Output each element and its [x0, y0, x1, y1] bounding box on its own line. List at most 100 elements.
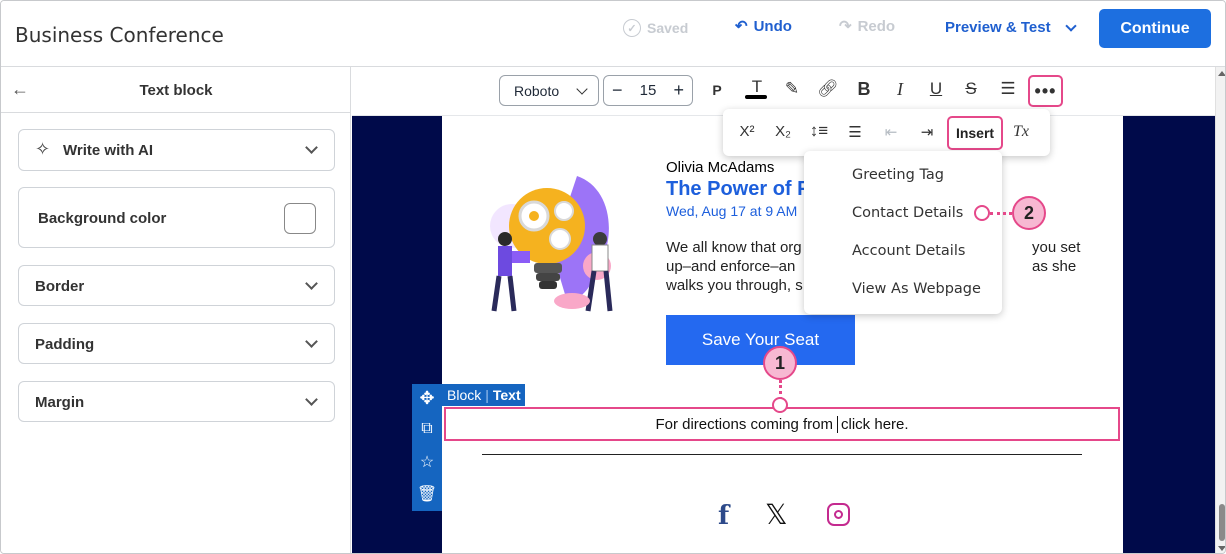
block-crumb[interactable]: Block — [447, 387, 481, 403]
padding-panel[interactable]: Padding — [18, 323, 335, 364]
continue-button[interactable]: Continue — [1099, 9, 1211, 48]
vertical-scrollbar[interactable] — [1215, 67, 1225, 553]
text-color-icon[interactable]: T — [745, 77, 769, 99]
more-options-button[interactable]: ••• — [1028, 75, 1063, 107]
event-title: The Power of P — [666, 178, 811, 200]
highlighter-icon[interactable]: ✎ — [780, 79, 804, 99]
text-cursor — [837, 415, 839, 433]
margin-label: Margin — [35, 394, 85, 411]
chevron-down-icon — [576, 83, 588, 95]
border-label: Border — [35, 278, 85, 295]
lightbulb-gears-illustration — [490, 176, 613, 312]
strikethrough-icon[interactable]: S — [959, 79, 983, 99]
redo-icon: ↷ — [839, 18, 852, 35]
email-body: Olivia McAdams The Power of P Wed, Aug 1… — [442, 116, 1123, 553]
menu-item-view-as-webpage[interactable]: View As Webpage — [852, 281, 981, 297]
move-icon[interactable]: ✥ — [412, 388, 442, 409]
sidebar-header: ← Text block — [1, 67, 350, 113]
align-center-icon[interactable]: ☰ — [996, 79, 1020, 99]
menu-item-account-details[interactable]: Account Details — [852, 243, 965, 259]
callout-1-target — [772, 397, 788, 413]
directions-text-before: For directions coming from — [655, 415, 834, 433]
background-color-panel: Background color — [18, 187, 335, 248]
superscript-icon[interactable]: X² — [735, 123, 759, 140]
chevron-down-icon — [305, 277, 318, 290]
background-color-label: Background color — [38, 210, 167, 227]
app-window: Business Conference ✓ Saved ↶ Undo ↷ Red… — [0, 0, 1226, 554]
insert-button[interactable]: Insert — [947, 116, 1003, 150]
email-canvas: Olivia McAdams The Power of P Wed, Aug 1… — [352, 116, 1215, 553]
directions-text-after: click here. — [841, 415, 909, 433]
callout-2: 2 — [1012, 196, 1046, 230]
event-date: Wed, Aug 17 at 9 AM — [666, 203, 798, 219]
font-family-select[interactable]: Roboto — [499, 75, 599, 106]
paragraph-button[interactable]: P — [705, 82, 729, 98]
facebook-icon[interactable]: f — [718, 501, 729, 531]
undo-label: Undo — [753, 17, 792, 35]
scroll-up-arrow-icon[interactable] — [1218, 71, 1225, 76]
callout-1: 1 — [763, 346, 797, 380]
star-icon[interactable]: ☆ — [412, 452, 442, 472]
trash-icon[interactable]: 🗑︎ — [412, 484, 442, 504]
undo-icon: ↶ — [735, 18, 748, 35]
saved-status: ✓ Saved — [623, 19, 688, 37]
body-line-1: We all know that org — [666, 239, 802, 256]
instagram-icon[interactable] — [827, 503, 850, 526]
sparkle-icon: ✧ — [35, 139, 51, 159]
body-line-1-end: you set — [1032, 239, 1081, 256]
top-header: Business Conference ✓ Saved ↶ Undo ↷ Red… — [1, 1, 1225, 67]
menu-item-greeting-tag[interactable]: Greeting Tag — [852, 167, 944, 183]
font-size-stepper: − 15 + — [603, 75, 693, 106]
x-twitter-icon[interactable]: 𝕏 — [765, 498, 788, 531]
border-panel[interactable]: Border — [18, 265, 335, 306]
scroll-down-arrow-icon[interactable] — [1218, 546, 1225, 551]
minus-icon[interactable]: − — [612, 80, 623, 101]
callout-2-target — [974, 205, 990, 221]
outdent-icon[interactable]: ⇤ — [879, 123, 903, 141]
body-line-2-end: as she — [1032, 258, 1077, 275]
chevron-down-icon — [305, 141, 318, 154]
check-circle-icon: ✓ — [623, 19, 641, 37]
chevron-down-icon — [305, 335, 318, 348]
more-options-popup: X² X₂ ↕≡ ☰ ⇤ ⇥ Insert Tx — [723, 109, 1050, 156]
background-color-swatch[interactable] — [284, 203, 316, 234]
chevron-down-icon — [1064, 19, 1077, 32]
more-dots-icon: ••• — [1034, 80, 1057, 101]
write-with-ai-panel[interactable]: ✧ Write with AI — [18, 129, 335, 171]
divider-line — [482, 454, 1082, 455]
scroll-thumb[interactable] — [1219, 504, 1225, 541]
line-height-icon[interactable]: ↕≡ — [807, 121, 831, 141]
font-family-value: Roboto — [514, 83, 560, 99]
undo-button[interactable]: ↶ Undo — [735, 17, 792, 36]
write-with-ai-label: Write with AI — [63, 142, 153, 159]
speaker-name: Olivia McAdams — [666, 159, 775, 176]
indent-icon[interactable]: ⇥ — [915, 123, 939, 141]
margin-panel[interactable]: Margin — [18, 381, 335, 422]
menu-item-contact-details[interactable]: Contact Details — [852, 205, 963, 221]
crumb-separator: | — [485, 387, 489, 403]
body-line-3: walks you through, s — [666, 277, 803, 294]
body-line-2: up–and enforce–an — [666, 258, 796, 275]
clear-format-icon[interactable]: Tx — [1009, 123, 1033, 141]
preview-label: Preview & Test — [945, 19, 1051, 36]
font-size-value[interactable]: 15 — [640, 82, 657, 99]
bullet-list-icon[interactable]: ☰ — [843, 123, 867, 141]
sidebar-title: Text block — [139, 82, 213, 99]
redo-label: Redo — [857, 17, 896, 35]
text-crumb[interactable]: Text — [493, 387, 521, 403]
duplicate-icon[interactable]: ⧉ — [412, 420, 442, 438]
underline-icon[interactable]: U — [924, 79, 948, 99]
italic-icon[interactable]: I — [888, 79, 912, 100]
subscript-icon[interactable]: X₂ — [771, 123, 795, 140]
plus-icon[interactable]: + — [673, 80, 684, 101]
link-icon[interactable]: 🔗︎ — [816, 79, 840, 99]
preview-test-button[interactable]: Preview & Test — [945, 19, 1077, 36]
chevron-down-icon — [305, 393, 318, 406]
insert-dropdown-menu: Greeting Tag Contact Details Account Det… — [804, 151, 1002, 314]
redo-button[interactable]: ↷ Redo — [839, 17, 896, 36]
save-your-seat-button[interactable]: Save Your Seat — [666, 315, 855, 365]
callout-2-connector — [990, 212, 1012, 215]
sidebar: ← Text block ✧ Write with AI Background … — [1, 67, 351, 553]
bold-icon[interactable]: B — [852, 79, 876, 100]
padding-label: Padding — [35, 336, 95, 353]
